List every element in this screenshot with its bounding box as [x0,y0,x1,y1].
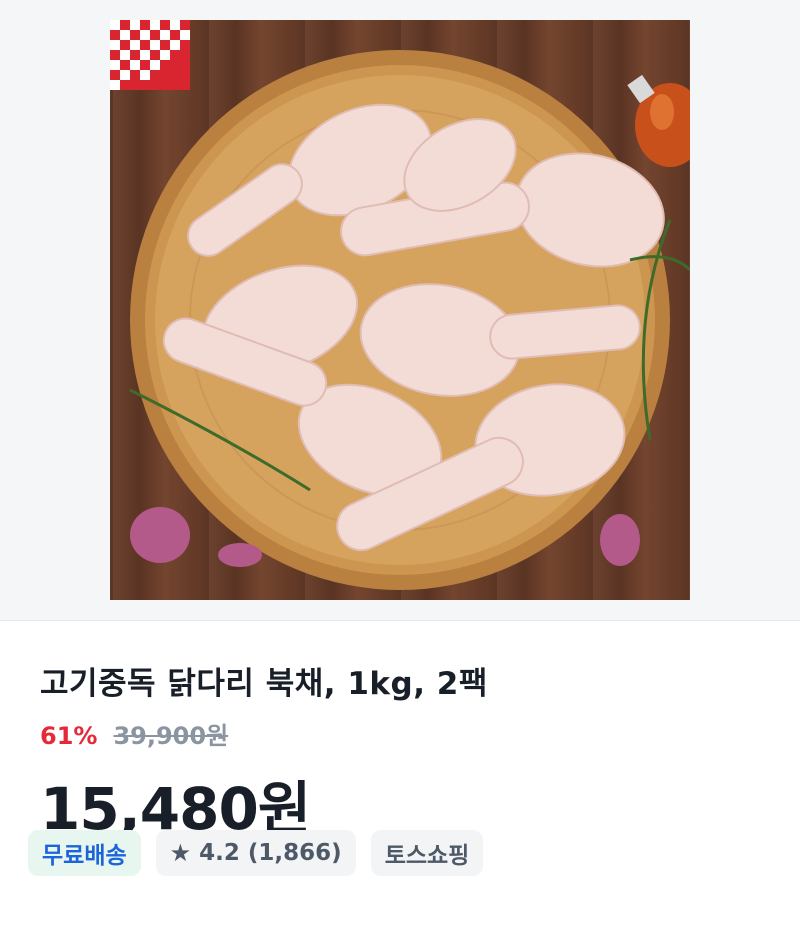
star-icon: ★ [169,839,192,867]
discount-rate: 61% [40,722,98,750]
free-shipping-badge: 무료배송 [28,830,141,876]
product-title: 고기중독 닭다리 북채, 1kg, 2팩 [40,666,488,702]
store-badge[interactable]: 토스쇼핑 [370,830,484,876]
product-image-area [0,0,800,621]
original-price: 39,900원 [113,722,229,750]
badge-row: 무료배송 ★ 4.2 (1,866) 토스쇼핑 [28,830,484,876]
rating-value: 4.2 [199,840,240,866]
price-discount-row: 61% 39,900원 [40,716,228,751]
store-name: 토스쇼핑 [384,843,470,869]
rating-badge[interactable]: ★ 4.2 (1,866) [155,830,356,876]
product-photo[interactable] [110,20,690,600]
chicken-drumsticks-photo [110,20,690,590]
free-shipping-label: 무료배송 [42,843,127,869]
review-count: (1,866) [247,840,342,866]
napkin [110,20,190,90]
